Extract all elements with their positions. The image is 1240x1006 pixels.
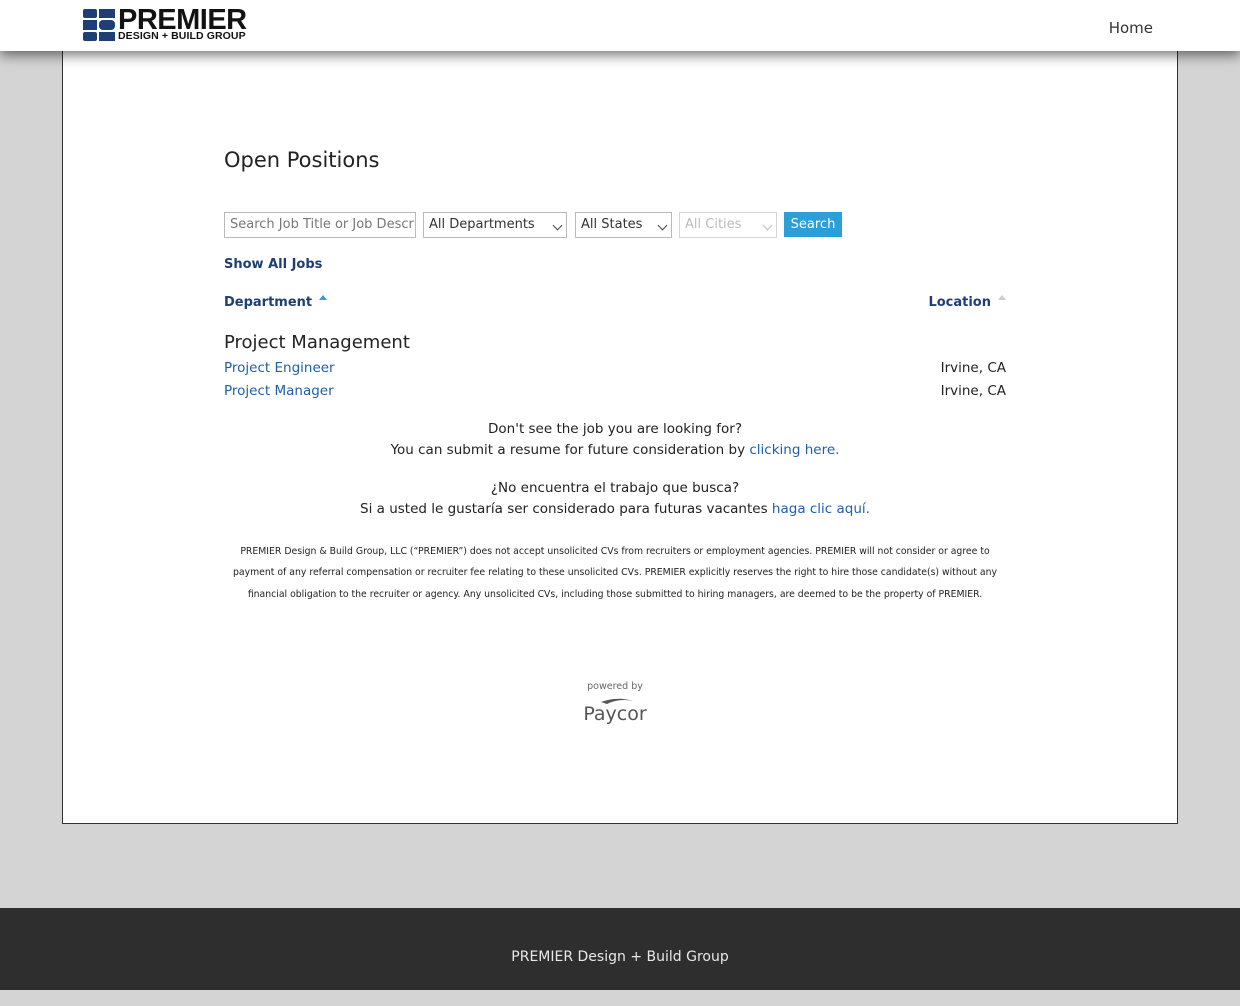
job-location: Irvine, CA xyxy=(940,383,1006,399)
search-button[interactable]: Search xyxy=(784,212,842,237)
state-select[interactable]: All States xyxy=(575,212,672,238)
page-title: Open Positions xyxy=(224,148,380,172)
site-header: PREMIER DESIGN + BUILD GROUP Home xyxy=(0,0,1240,51)
job-title-link[interactable]: Project Manager xyxy=(224,383,334,399)
show-all-jobs-link[interactable]: Show All Jobs xyxy=(224,257,322,272)
job-row: Project Engineer Irvine, CA xyxy=(224,360,1006,380)
job-title-link[interactable]: Project Engineer xyxy=(224,360,335,376)
chevron-down-icon xyxy=(657,220,668,231)
job-filters: Search Job Title or Job Descrip All Depa… xyxy=(224,212,1006,238)
resume-prompt-text: You can submit a resume for future consi… xyxy=(390,442,750,458)
logo-title: PREMIER xyxy=(118,4,247,37)
department-header-label: Department xyxy=(224,295,313,310)
logo-subtitle: DESIGN + BUILD GROUP xyxy=(118,30,246,43)
submit-resume-link-es[interactable]: haga clic aquí. xyxy=(772,501,870,517)
site-footer: PREMIER Design + Build Group xyxy=(0,908,1240,990)
search-placeholder: Search Job Title or Job Descrip xyxy=(230,217,416,232)
chevron-down-icon xyxy=(762,220,773,231)
nav-home-link[interactable]: Home xyxy=(1109,19,1153,37)
no-job-message-es-line2: Si a usted le gustaría ser considerado p… xyxy=(224,501,1006,517)
state-selected: All States xyxy=(581,217,643,232)
search-input[interactable]: Search Job Title or Job Descrip xyxy=(224,212,416,238)
sort-ascending-icon xyxy=(319,295,328,300)
location-header-label: Location xyxy=(928,295,991,310)
department-select[interactable]: All Departments xyxy=(423,212,567,238)
job-board-card: Open Positions Search Job Title or Job D… xyxy=(62,51,1178,824)
department-column-header[interactable]: Department xyxy=(224,295,328,310)
job-row: Project Manager Irvine, CA xyxy=(224,383,1006,403)
no-job-message-en-line1: Don't see the job you are looking for? xyxy=(488,421,742,437)
job-location: Irvine, CA xyxy=(940,360,1006,376)
department-selected: All Departments xyxy=(429,217,535,232)
resume-prompt-text-es: Si a usted le gustaría ser considerado p… xyxy=(360,501,772,517)
sort-ascending-icon xyxy=(998,295,1006,300)
paycor-logo-text: Paycor xyxy=(583,703,647,725)
powered-by-label: powered by xyxy=(587,681,643,692)
submit-resume-link[interactable]: clicking here. xyxy=(749,442,839,458)
city-selected: All Cities xyxy=(685,217,742,232)
premier-logo[interactable]: PREMIER DESIGN + BUILD GROUP xyxy=(82,6,247,44)
location-column-header[interactable]: Location xyxy=(928,295,1006,310)
chevron-down-icon xyxy=(552,220,563,231)
powered-by: powered by Paycor xyxy=(224,681,1006,725)
no-job-message-es-line1: ¿No encuentra el trabajo que busca? xyxy=(490,480,740,496)
paycor-logo[interactable]: Paycor xyxy=(573,695,657,725)
city-select[interactable]: All Cities xyxy=(679,212,777,238)
recruiter-disclaimer: PREMIER Design & Build Group, LLC (“PREM… xyxy=(233,546,997,600)
no-job-message-en-line2: You can submit a resume for future consi… xyxy=(224,442,1006,458)
premier-logo-icon xyxy=(83,9,115,41)
department-group-title: Project Management xyxy=(224,332,410,353)
footer-text: PREMIER Design + Build Group xyxy=(511,949,729,965)
